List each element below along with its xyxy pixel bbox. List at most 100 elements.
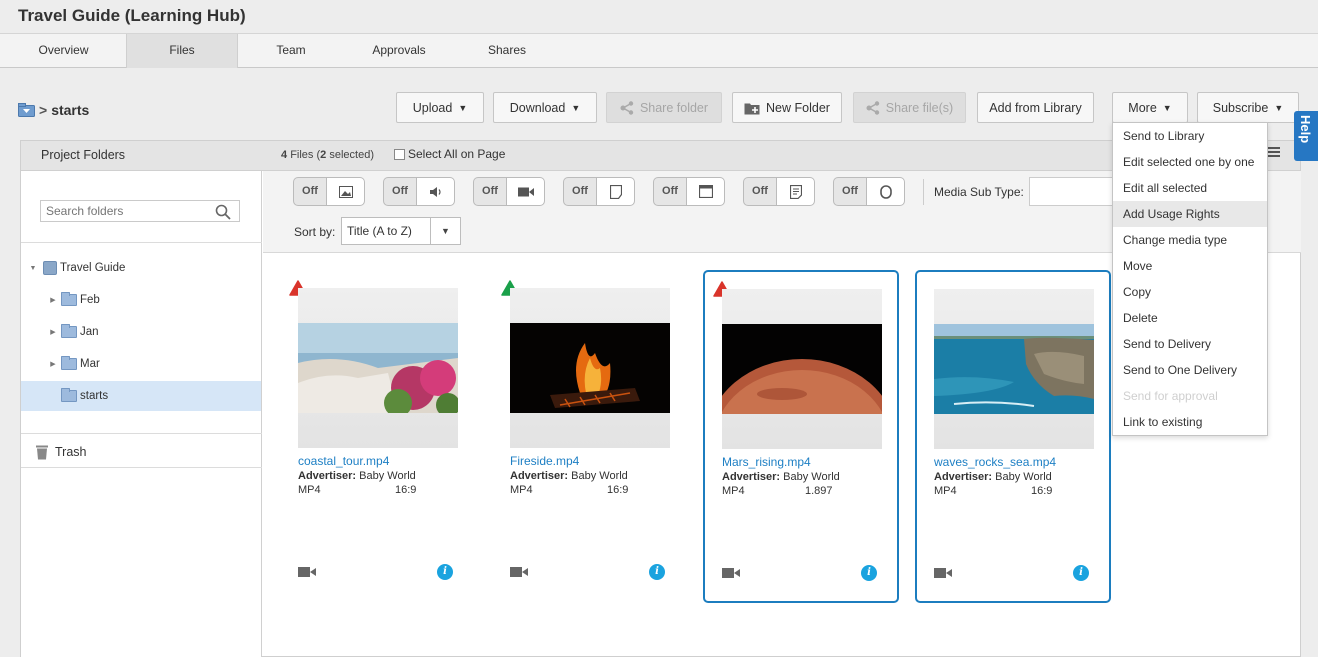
layout-filter-toggle[interactable]: Off [653,177,725,206]
folder-sidebar: ▼ Travel Guide ▶ Feb ▶ Jan ▶ Mar starts … [21,171,262,657]
file-meta: Advertiser: Baby World [298,469,416,483]
file-name-link[interactable]: waves_rocks_sea.mp4 [934,455,1056,469]
tree-item-jan[interactable]: ▶ Jan [21,317,261,347]
advertiser-value: Baby World [571,470,628,482]
advertiser-label: Advertiser: [298,470,357,482]
text-document-filter-toggle[interactable]: Off [743,177,815,206]
file-thumbnail[interactable] [298,288,458,448]
search-folders-box [40,200,240,222]
advertiser-label: Advertiser: [510,470,569,482]
share-files-button[interactable]: Share file(s) [853,92,966,123]
file-thumbnail[interactable] [722,289,882,449]
media-sub-type-label: Media Sub Type: [934,185,1024,199]
file-card-fireside[interactable]: Fireside.mp4 Advertiser: Baby World MP4 … [492,270,688,603]
menu-item-send-to-delivery[interactable]: Send to Delivery [1113,331,1267,357]
search-folders-input[interactable] [41,201,211,221]
more-button[interactable]: More ▼ [1112,92,1188,123]
menu-item-send-to-library[interactable]: Send to Library [1113,123,1267,149]
other-filter-toggle[interactable]: Off [833,177,905,206]
file-card-waves-rocks-sea[interactable]: waves_rocks_sea.mp4 Advertiser: Baby Wor… [915,270,1111,603]
tree-item-starts[interactable]: starts [21,381,261,411]
tree-item-feb[interactable]: ▶ Feb [21,285,261,315]
video-icon [298,567,316,577]
file-format: MP4 [510,484,533,496]
file-ratio: 16:9 [607,484,629,496]
expand-triangle-icon[interactable]: ▶ [49,360,57,368]
caret-down-icon: ▼ [1162,102,1172,113]
file-name-link[interactable]: Mars_rising.mp4 [722,455,811,469]
tree-item-label: Mar [80,358,100,370]
tab-overview[interactable]: Overview [0,34,127,68]
collapse-triangle-icon[interactable]: ▼ [29,265,37,272]
menu-item-send-to-one-delivery[interactable]: Send to One Delivery [1113,357,1267,383]
menu-item-move[interactable]: Move [1113,253,1267,279]
search-icon[interactable] [215,204,231,220]
tab-shares[interactable]: Shares [454,34,560,68]
app-title: Travel Guide (Learning Hub) [18,6,246,25]
layout-icon [698,185,713,198]
menu-item-send-for-approval: Send for approval [1123,389,1218,403]
menu-item-edit-all-selected[interactable]: Edit all selected [1113,175,1267,201]
audio-filter-toggle[interactable]: Off [383,177,455,206]
audio-icon [429,186,441,197]
help-tab[interactable]: Help [1294,111,1318,161]
menu-item-delete[interactable]: Delete [1113,305,1267,331]
select-all-checkbox[interactable] [394,148,405,160]
file-thumbnail[interactable] [510,288,670,448]
share-files-label: Share file(s) [885,100,954,115]
tree-item-mar[interactable]: ▶ Mar [21,349,261,379]
file-name-link[interactable]: coastal_tour.mp4 [298,454,389,468]
folder-dropdown-icon[interactable] [18,103,35,117]
subscribe-button[interactable]: Subscribe ▼ [1197,92,1299,123]
share-folder-button[interactable]: Share folder [606,92,722,123]
menu-item-copy[interactable]: Copy [1113,279,1267,305]
tree-item-label: starts [80,390,109,402]
document-filter-toggle[interactable]: Off [563,177,635,206]
menu-item-link-to-existing[interactable]: Link to existing [1113,409,1267,435]
menu-item-add-usage-rights[interactable]: Add Usage Rights [1113,201,1267,227]
list-view-icon[interactable] [1266,145,1280,161]
tab-team[interactable]: Team [238,34,344,68]
menu-item-edit-selected-one-by-one[interactable]: Edit selected one by one [1113,149,1267,175]
add-from-library-label: Add from Library [989,100,1082,115]
selected-word: selected [329,149,371,161]
divider [21,433,262,434]
sort-select[interactable]: Title (A to Z) ▼ [341,217,461,245]
folder-icon [61,292,77,306]
file-meta: Advertiser: Baby World [510,469,628,483]
download-button[interactable]: Download ▼ [493,92,597,123]
info-icon[interactable]: i [649,564,665,580]
tab-files[interactable]: Files [126,34,238,68]
tab-approvals[interactable]: Approvals [344,34,454,68]
expand-triangle-icon[interactable]: ▶ [49,296,57,304]
select-all-on-page[interactable]: Select All on Page [394,147,505,161]
menu-item-change-media-type[interactable]: Change media type [1113,227,1267,253]
file-card-mars-rising[interactable]: Mars_rising.mp4 Advertiser: Baby World M… [703,270,899,603]
file-format: MP4 [722,485,745,497]
file-format: MP4 [298,484,321,496]
add-from-library-button[interactable]: Add from Library [977,92,1094,123]
share-icon [620,100,634,115]
toggle-off-label: Off [572,185,588,197]
file-card-coastal-tour[interactable]: coastal_tour.mp4 Advertiser: Baby World … [280,270,476,603]
caret-down-icon: ▼ [458,102,468,113]
upload-button[interactable]: Upload ▼ [396,92,484,123]
info-icon[interactable]: i [861,565,877,581]
file-name-link[interactable]: Fireside.mp4 [510,454,579,468]
tree-item-travel-guide[interactable]: ▼ Travel Guide [21,253,261,283]
video-icon [722,568,740,578]
info-icon[interactable]: i [1073,565,1089,581]
caret-down-icon[interactable]: ▼ [430,218,460,244]
image-filter-toggle[interactable]: Off [293,177,365,206]
trash-icon [36,445,48,460]
toggle-off-label: Off [302,185,318,197]
info-icon[interactable]: i [437,564,453,580]
expand-triangle-icon[interactable]: ▶ [49,328,57,336]
project-folders-label: Project Folders [41,148,126,162]
coastal-image [298,323,458,413]
new-folder-button[interactable]: New Folder [732,92,842,123]
caret-down-icon: ▼ [571,102,581,113]
trash-item[interactable]: Trash [35,444,87,460]
file-thumbnail[interactable] [934,289,1094,449]
video-filter-toggle[interactable]: Off [473,177,545,206]
